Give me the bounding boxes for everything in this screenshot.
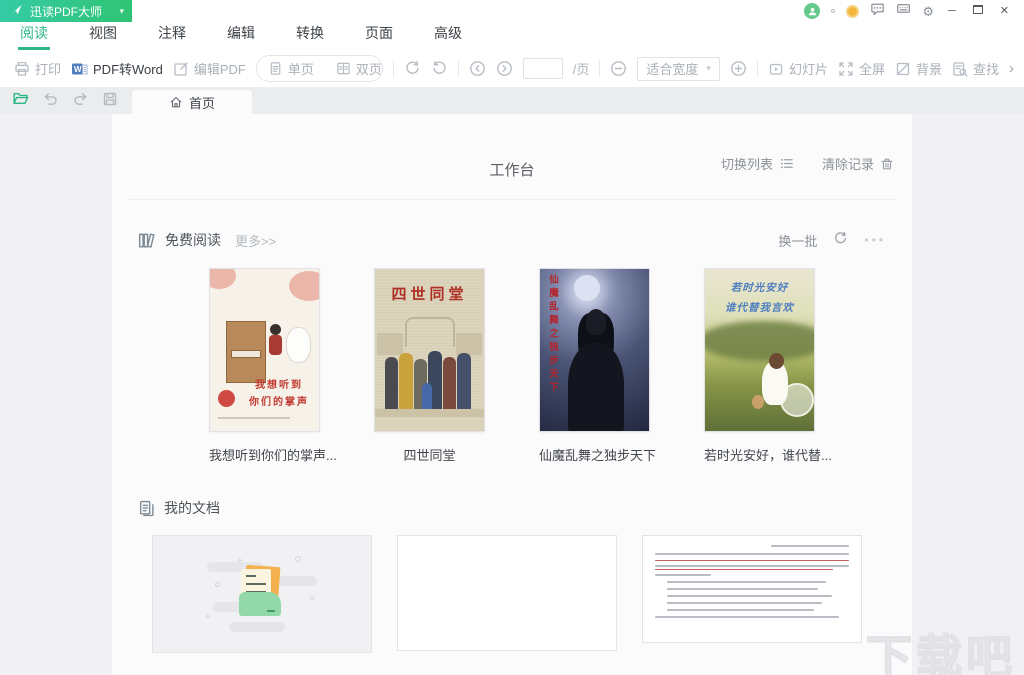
book-card[interactable]: 仙魔乱舞之独步天下 仙魔乱舞之独步天下 xyxy=(539,268,650,464)
find-button[interactable]: 查找 xyxy=(952,59,999,78)
status-dot xyxy=(831,9,835,13)
zoom-out-button[interactable] xyxy=(610,60,627,77)
redo-icon[interactable] xyxy=(72,90,89,112)
background-button[interactable]: 背景 xyxy=(895,59,942,78)
cover-title: 我想听到 你们的掌声 xyxy=(244,377,314,411)
book-title: 四世同堂 xyxy=(374,445,485,464)
rotate-counterclockwise-button[interactable] xyxy=(431,60,448,77)
settings-gear-icon[interactable]: ⚙ xyxy=(922,5,934,18)
user-avatar[interactable] xyxy=(804,3,820,19)
free-reading-header: 免费阅读 更多>> 换一批 ••• xyxy=(138,230,886,250)
double-page-button[interactable]: 双页 xyxy=(325,56,383,81)
menu-tab-convert[interactable]: 转换 xyxy=(294,20,326,50)
workspace-panel: 工作台 切换列表 清除记录 免费阅读 更多>> 换一批 xyxy=(112,114,912,675)
book-cover[interactable]: 若时光安好 谁代替我言欢 xyxy=(704,268,815,432)
cover-title: 四世同堂 xyxy=(375,283,484,304)
book-cover[interactable]: 仙魔乱舞之独步天下 xyxy=(539,268,650,432)
menu-tab-annotate[interactable]: 注释 xyxy=(156,20,188,50)
menu-tab-page[interactable]: 页面 xyxy=(363,20,395,50)
document-thumbnail[interactable] xyxy=(397,535,617,651)
book-title: 仙魔乱舞之独步天下 xyxy=(539,445,650,464)
menu-tab-view[interactable]: 视图 xyxy=(87,20,119,50)
empty-folder-illustration: + + + xyxy=(207,554,317,634)
main-area: 工作台 切换列表 清除记录 免费阅读 更多>> 换一批 xyxy=(0,114,1024,675)
title-bar: 迅读PDF大师 ▾ ⚙ ─ ✕ xyxy=(0,0,1024,22)
refresh-batch-button[interactable]: 换一批 xyxy=(778,231,817,250)
app-logo-icon xyxy=(10,3,23,19)
pdf-to-word-button[interactable]: W PDF转Word xyxy=(71,59,163,78)
minimize-button[interactable]: ─ xyxy=(945,4,959,19)
workspace-header: 工作台 切换列表 清除记录 xyxy=(128,114,896,200)
reading-toolbar: 打印 W PDF转Word 编辑PDF 单页 双页 /页 适合 xyxy=(0,50,1024,88)
rotate-clockwise-button[interactable] xyxy=(404,60,421,77)
page-suffix-label: /页 xyxy=(573,59,590,78)
menu-tab-read[interactable]: 阅读 xyxy=(18,20,50,50)
app-menu-badge[interactable]: 迅读PDF大师 ▾ xyxy=(0,0,132,22)
document-thumbnail[interactable] xyxy=(642,535,862,643)
my-documents-list: + + + xyxy=(152,535,912,653)
print-button[interactable]: 打印 xyxy=(14,59,61,78)
free-reading-more-link[interactable]: 更多>> xyxy=(235,231,276,250)
previous-page-button[interactable] xyxy=(469,60,486,77)
select-caret-icon: ▾ xyxy=(706,63,711,74)
cover-title: 仙魔乱舞之独步天下 xyxy=(545,274,559,424)
fullscreen-button[interactable]: 全屏 xyxy=(838,59,885,78)
menu-tab-advanced[interactable]: 高级 xyxy=(432,20,464,50)
toolbar-overflow-chevron[interactable]: › xyxy=(1009,60,1014,77)
zoom-mode-select[interactable]: 适合宽度 ▾ xyxy=(637,57,720,81)
close-button[interactable]: ✕ xyxy=(997,4,1012,19)
free-reading-books: 我想听到 你们的掌声 我想听到你们的掌声... 四世同堂 xyxy=(112,268,912,464)
book-title: 我想听到你们的掌声... xyxy=(209,445,320,464)
vip-medal-icon[interactable] xyxy=(846,5,859,18)
switch-list-button[interactable]: 切换列表 xyxy=(721,154,794,173)
page-number-input[interactable] xyxy=(523,58,563,79)
my-documents-header: 我的文档 xyxy=(138,498,886,518)
svg-text:W: W xyxy=(74,64,82,73)
save-icon[interactable] xyxy=(102,91,118,112)
cover-title: 若时光安好 谁代替我言欢 xyxy=(705,279,814,319)
titlebar-actions: ⚙ ─ ✕ xyxy=(804,1,1024,21)
cover-stamp xyxy=(218,390,235,407)
menu-tab-edit[interactable]: 编辑 xyxy=(225,20,257,50)
document-tab-strip: 首页 xyxy=(0,88,1024,114)
slideshow-button[interactable]: 幻灯片 xyxy=(768,59,828,78)
app-menu-caret-icon: ▾ xyxy=(119,6,124,17)
open-file-icon[interactable] xyxy=(12,90,29,112)
tab-home[interactable]: 首页 xyxy=(132,90,252,114)
book-card[interactable]: 四世同堂 四世同堂 xyxy=(374,268,485,464)
book-cover[interactable]: 我想听到 你们的掌声 xyxy=(209,268,320,432)
my-documents-title: 我的文档 xyxy=(164,498,220,518)
workspace-title: 工作台 xyxy=(489,159,534,180)
ribbon-menu: 阅读 视图 注释 编辑 转换 页面 高级 xyxy=(0,22,1024,50)
book-cover[interactable]: 四世同堂 xyxy=(374,268,485,432)
more-options-icon[interactable]: ••• xyxy=(864,233,886,247)
shortcut-card-icon[interactable] xyxy=(896,1,911,21)
edit-pdf-button[interactable]: 编辑PDF xyxy=(173,59,246,78)
document-thumbnail[interactable]: + + + xyxy=(152,535,372,653)
app-title: 迅读PDF大师 xyxy=(30,3,102,20)
book-card[interactable]: 若时光安好 谁代替我言欢 若时光安好，谁代替... xyxy=(704,268,815,464)
zoom-in-button[interactable] xyxy=(730,60,747,77)
single-page-button[interactable]: 单页 xyxy=(257,56,325,81)
feedback-icon[interactable] xyxy=(870,1,885,21)
free-reading-title: 免费阅读 xyxy=(165,230,221,250)
page-layout-toggle: 单页 双页 xyxy=(256,55,383,82)
maximize-button[interactable] xyxy=(970,3,986,19)
next-page-button[interactable] xyxy=(496,60,513,77)
clear-history-button[interactable]: 清除记录 xyxy=(822,154,894,173)
undo-icon[interactable] xyxy=(42,90,59,112)
book-card[interactable]: 我想听到 你们的掌声 我想听到你们的掌声... xyxy=(209,268,320,464)
book-title: 若时光安好，谁代替... xyxy=(704,445,815,464)
refresh-icon[interactable] xyxy=(833,231,848,249)
quick-actions xyxy=(0,88,130,114)
